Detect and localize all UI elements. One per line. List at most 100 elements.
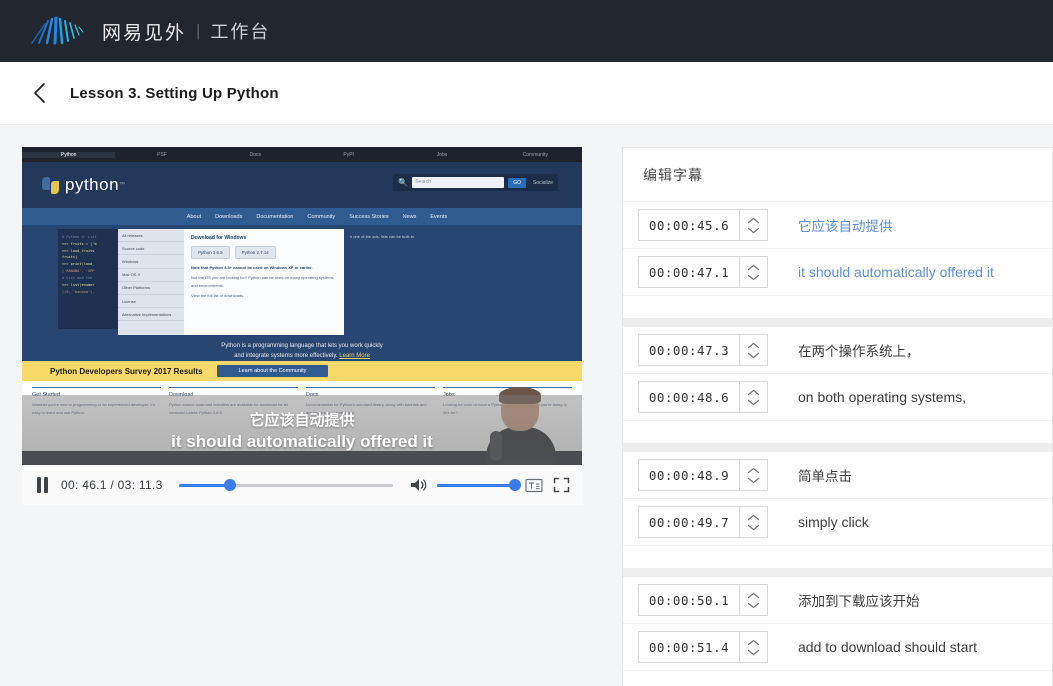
dropdown-item: All releases [118, 229, 184, 243]
chevron-up-icon[interactable] [747, 264, 760, 271]
cue-time-value[interactable]: 00:00:50.1 [639, 585, 739, 615]
cue-time-stepper[interactable] [739, 460, 767, 490]
cue-time-input[interactable]: 00:00:48.9 [638, 459, 768, 491]
cue-time-stepper[interactable] [739, 335, 767, 365]
chevron-down-icon[interactable] [747, 274, 760, 281]
site-tab: Docs [249, 151, 262, 158]
chevron-down-icon[interactable] [747, 477, 760, 484]
seek-slider[interactable] [178, 478, 393, 492]
code-line: # Python 3: List [62, 235, 97, 239]
cue-text-en[interactable]: add to download should start [798, 639, 977, 655]
cue-time-stepper[interactable] [739, 257, 767, 287]
cue-time-input[interactable]: 00:00:45.6 [638, 209, 768, 241]
cue-time-stepper[interactable] [739, 632, 767, 662]
page-titlebar: Lesson 3. Setting Up Python [0, 62, 1053, 125]
code-line: # List and the [62, 275, 93, 280]
tagline-line-1: Python is a programming language that le… [221, 343, 383, 349]
cue-text-en[interactable]: simply click [798, 514, 869, 530]
chevron-up-icon[interactable] [747, 514, 760, 521]
chevron-down-icon[interactable] [747, 227, 760, 234]
chevron-up-icon[interactable] [747, 217, 760, 224]
editor-title: 编辑字幕 [643, 167, 703, 184]
seek-handle[interactable] [224, 479, 237, 491]
survey-banner: Python Developers Survey 2017 Results Le… [22, 361, 582, 381]
cue-time-value[interactable]: 00:00:47.1 [639, 257, 739, 287]
cue-text-en[interactable]: it should automatically offered it [798, 264, 994, 280]
cue-time-value[interactable]: 00:00:49.7 [639, 507, 739, 537]
cue-text-zh[interactable]: 简单点击 [798, 465, 852, 485]
fullscreen-button[interactable] [553, 477, 570, 493]
cue-row[interactable]: 00:00:49.7 simply click [623, 499, 1052, 546]
cue-row[interactable]: 00:00:47.3 在两个操作系统上， [623, 327, 1052, 374]
site-socialize-link: Socialize [532, 179, 553, 186]
python-wordmark: python [65, 175, 120, 194]
fullscreen-icon [553, 477, 570, 493]
site-nav-item: Documentation [256, 213, 294, 220]
chevron-up-icon[interactable] [747, 592, 760, 599]
site-tab: PyPI [343, 151, 354, 158]
cue-time-value[interactable]: 00:00:48.6 [639, 382, 739, 412]
chevron-down-icon[interactable] [747, 602, 760, 609]
cue-time-input[interactable]: 00:00:50.1 [638, 584, 768, 616]
site-search-go-button: GO [508, 177, 526, 188]
cue-text-en[interactable]: on both operating systems, [798, 389, 966, 405]
cue-time-value[interactable]: 00:00:47.3 [639, 335, 739, 365]
chevron-down-icon[interactable] [747, 399, 760, 406]
cue-time-stepper[interactable] [739, 507, 767, 537]
chevron-up-icon[interactable] [747, 639, 760, 646]
cue-time-input[interactable]: 00:00:48.6 [638, 381, 768, 413]
cue-row[interactable]: 00:00:48.6 on both operating systems, [623, 374, 1052, 421]
site-nav-item: Downloads [215, 213, 243, 220]
cue-text-zh[interactable]: 它应该自动提供 [798, 215, 893, 235]
chevron-down-icon[interactable] [747, 352, 760, 359]
chevron-down-icon[interactable] [747, 524, 760, 531]
cue-time-value[interactable]: 00:00:51.4 [639, 632, 739, 662]
chevron-up-icon[interactable] [747, 342, 760, 349]
cue-row[interactable]: 00:00:51.4 add to download should start [623, 624, 1052, 671]
code-line: >>> print(loud_ [62, 262, 95, 267]
volume-handle[interactable] [509, 479, 521, 491]
code-sample: # Python 3: List >>> fruits = ['b >>> lo… [58, 229, 118, 329]
video-subtitle-overlay: 它应该自动提供 it should automatically offered … [22, 395, 582, 465]
dropdown-item: Mac OS X [118, 269, 184, 282]
cue-time-stepper[interactable] [739, 210, 767, 240]
cue-time-value[interactable]: 00:00:48.9 [639, 460, 739, 490]
cue-text-zh[interactable]: 在两个操作系统上， [798, 340, 920, 360]
learn-more-link: Learn More [339, 353, 370, 360]
site-nav-item: News [402, 213, 417, 220]
video-site-nav: About Downloads Documentation Community … [22, 208, 582, 225]
download-panel-title: Download for Windows [191, 235, 247, 241]
cue-time-input[interactable]: 00:00:47.1 [638, 256, 768, 288]
chevron-up-icon[interactable] [747, 467, 760, 474]
cue-time-input[interactable]: 00:00:49.7 [638, 506, 768, 538]
subtitle-toggle-button[interactable] [525, 478, 543, 493]
cue-group: 00:00:50.1 添加到下载应该开始 00:00:51.4 add to d… [623, 577, 1052, 686]
volume-button[interactable] [409, 477, 427, 493]
cue-time-value[interactable]: 00:00:45.6 [639, 210, 739, 240]
cue-time-input[interactable]: 00:00:51.4 [638, 631, 768, 663]
main-content: Python PSF Docs PyPI Jobs Community pyth… [0, 125, 1053, 686]
video-site-tabs: Python PSF Docs PyPI Jobs Community [22, 147, 582, 162]
subtitle-editor-panel: 编辑字幕 00:00:45.6 它应该自动提供 00:00:47.1 it sh… [622, 147, 1053, 686]
chevron-up-icon[interactable] [747, 389, 760, 396]
volume-slider[interactable] [437, 478, 521, 492]
code-line: >>> fruits = ['b [62, 241, 97, 246]
chevron-down-icon[interactable] [747, 649, 760, 656]
pause-button[interactable] [34, 475, 51, 495]
video-subtitle-en: it should automatically offered it [171, 431, 433, 451]
cue-time-input[interactable]: 00:00:47.3 [638, 334, 768, 366]
cue-text-zh[interactable]: 添加到下载应该开始 [798, 590, 920, 610]
search-icon: 🔍 [398, 178, 409, 187]
cue-row[interactable]: 00:00:47.1 it should automatically offer… [623, 249, 1052, 296]
cue-time-stepper[interactable] [739, 382, 767, 412]
code-line: ['BANANA', 'APP [62, 269, 95, 274]
cue-spacer [623, 546, 1052, 568]
site-nav-item: Community [307, 213, 336, 220]
site-tab: Python [22, 151, 116, 158]
back-button[interactable] [22, 76, 56, 110]
cue-row[interactable]: 00:00:50.1 添加到下载应该开始 [623, 577, 1052, 624]
cue-time-stepper[interactable] [739, 585, 767, 615]
cue-row[interactable]: 00:00:48.9 简单点击 [623, 452, 1052, 499]
cue-row[interactable]: 00:00:45.6 它应该自动提供 [623, 202, 1052, 249]
video-player[interactable]: Python PSF Docs PyPI Jobs Community pyth… [22, 147, 582, 465]
